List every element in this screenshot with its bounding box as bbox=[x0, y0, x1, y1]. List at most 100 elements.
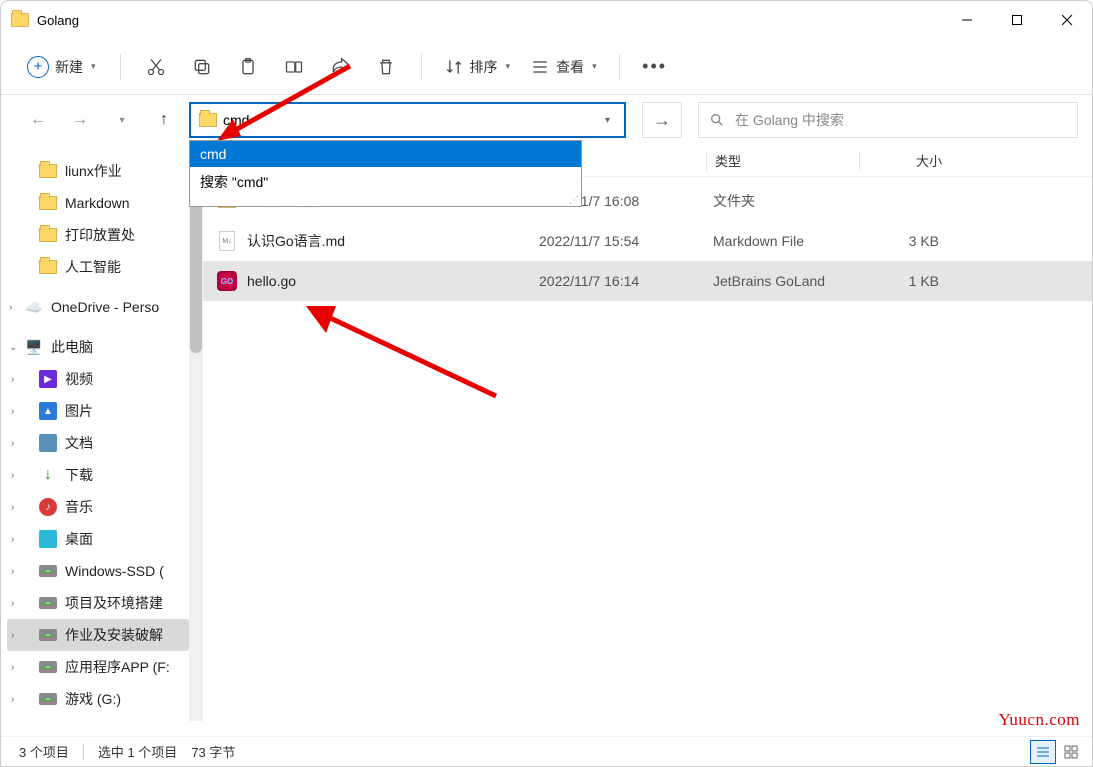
sidebar-item-drive[interactable]: ›Windows-SSD ( bbox=[7, 555, 189, 587]
close-button[interactable] bbox=[1042, 1, 1092, 39]
chevron-right-icon[interactable]: › bbox=[11, 662, 14, 673]
search-icon bbox=[709, 112, 725, 128]
pc-icon: 🖥️ bbox=[25, 338, 43, 356]
chevron-right-icon[interactable]: › bbox=[11, 374, 14, 385]
sidebar-item-downloads[interactable]: ›↓下载 bbox=[7, 459, 189, 491]
chevron-right-icon[interactable]: › bbox=[11, 438, 14, 449]
sidebar-item[interactable]: liunx作业 bbox=[7, 155, 189, 187]
content: liunx作业 Markdown 打印放置处 人工智能 ›☁️OneDrive … bbox=[1, 145, 1092, 721]
up-button[interactable]: ↑ bbox=[147, 103, 181, 137]
folder-icon bbox=[39, 228, 57, 242]
music-icon: ♪ bbox=[39, 498, 57, 516]
pictures-icon: ▲ bbox=[39, 402, 57, 420]
go-button[interactable]: → bbox=[642, 102, 682, 138]
separator bbox=[619, 54, 620, 80]
details-view-button[interactable] bbox=[1030, 740, 1056, 764]
sidebar-item-onedrive[interactable]: ›☁️OneDrive - Perso bbox=[7, 291, 189, 323]
sidebar-item-drive[interactable]: ›作业及安装破解 bbox=[7, 619, 189, 651]
chevron-right-icon[interactable]: › bbox=[11, 566, 14, 577]
status-bar: 3 个项目 选中 1 个项目 73 字节 bbox=[1, 736, 1092, 766]
new-label: 新建 bbox=[55, 57, 83, 77]
chevron-right-icon[interactable]: › bbox=[11, 502, 14, 513]
icons-view-button[interactable] bbox=[1058, 740, 1084, 764]
sort-button[interactable]: 排序 ▾ bbox=[436, 47, 519, 87]
go-file-icon: GO bbox=[217, 271, 237, 291]
forward-button[interactable]: → bbox=[63, 103, 97, 137]
address-value[interactable]: cmd bbox=[223, 112, 595, 128]
maximize-button[interactable] bbox=[992, 1, 1042, 39]
view-button[interactable]: 查看 ▾ bbox=[522, 47, 605, 87]
chevron-down-icon[interactable]: ⌄ bbox=[9, 342, 17, 353]
drive-icon bbox=[39, 690, 57, 708]
sidebar-item-pictures[interactable]: ›▲图片 bbox=[7, 395, 189, 427]
documents-icon bbox=[39, 434, 57, 452]
onedrive-icon: ☁️ bbox=[25, 298, 43, 316]
col-type[interactable]: 类型 bbox=[707, 151, 859, 170]
sidebar-item-videos[interactable]: ›▶视频 bbox=[7, 363, 189, 395]
search-placeholder: 在 Golang 中搜索 bbox=[735, 110, 844, 130]
scrollbar[interactable] bbox=[189, 145, 203, 721]
window-title: Golang bbox=[37, 13, 79, 28]
more-button[interactable]: ••• bbox=[634, 47, 676, 87]
search-input[interactable]: 在 Golang 中搜索 bbox=[698, 102, 1078, 138]
minimize-button[interactable] bbox=[942, 1, 992, 39]
sidebar-item-drive[interactable]: ›应用程序APP (F: bbox=[7, 651, 189, 683]
rename-button[interactable] bbox=[273, 47, 315, 87]
back-button[interactable]: ← bbox=[21, 103, 55, 137]
dropdown-option[interactable]: 搜索 "cmd" bbox=[190, 167, 581, 197]
table-row[interactable]: M↓认识Go语言.md 2022/11/7 15:54 Markdown Fil… bbox=[203, 221, 1092, 261]
recent-button[interactable]: ▾ bbox=[105, 103, 139, 137]
separator bbox=[421, 54, 422, 80]
sidebar-item[interactable]: 人工智能 bbox=[7, 251, 189, 283]
sidebar-item[interactable]: 打印放置处 bbox=[7, 219, 189, 251]
status-count: 3 个项目 bbox=[19, 742, 69, 761]
paste-button[interactable] bbox=[227, 47, 269, 87]
folder-icon bbox=[39, 196, 57, 210]
folder-icon bbox=[39, 260, 57, 274]
drive-icon bbox=[39, 594, 57, 612]
sidebar-item-documents[interactable]: ›文档 bbox=[7, 427, 189, 459]
downloads-icon: ↓ bbox=[39, 466, 57, 484]
chevron-down-icon: ▾ bbox=[91, 61, 96, 72]
resize-grip[interactable]: ⋰ bbox=[190, 197, 581, 206]
chevron-right-icon[interactable]: › bbox=[11, 406, 14, 417]
chevron-right-icon[interactable]: › bbox=[11, 470, 14, 481]
dropdown-option[interactable]: cmd bbox=[190, 141, 581, 167]
drive-icon bbox=[39, 626, 57, 644]
plus-icon: + bbox=[27, 56, 49, 78]
chevron-down-icon[interactable]: ▾ bbox=[595, 115, 620, 126]
folder-icon bbox=[11, 13, 29, 27]
toolbar: + 新建 ▾ 排序 ▾ 查看 ▾ ••• bbox=[1, 39, 1092, 95]
new-button[interactable]: + 新建 ▾ bbox=[17, 50, 106, 84]
sidebar: liunx作业 Markdown 打印放置处 人工智能 ›☁️OneDrive … bbox=[1, 145, 189, 721]
table-row[interactable]: GOhello.go 2022/11/7 16:14 JetBrains GoL… bbox=[203, 261, 1092, 301]
address-bar[interactable]: cmd ▾ cmd 搜索 "cmd" ⋰ bbox=[189, 102, 626, 138]
sidebar-item[interactable]: Markdown bbox=[7, 187, 189, 219]
view-buttons bbox=[1030, 740, 1084, 764]
share-button[interactable] bbox=[319, 47, 361, 87]
chevron-right-icon[interactable]: › bbox=[11, 598, 14, 609]
sidebar-item-thispc[interactable]: ⌄🖥️此电脑 bbox=[7, 331, 189, 363]
delete-button[interactable] bbox=[365, 47, 407, 87]
chevron-right-icon[interactable]: › bbox=[11, 694, 14, 705]
status-bytes: 73 字节 bbox=[191, 742, 235, 761]
folder-icon bbox=[199, 113, 217, 127]
chevron-right-icon[interactable]: › bbox=[9, 302, 12, 313]
video-icon: ▶ bbox=[39, 370, 57, 388]
chevron-down-icon: ▾ bbox=[506, 61, 511, 72]
col-size[interactable]: 大小 bbox=[860, 151, 950, 170]
titlebar: Golang bbox=[1, 1, 1092, 39]
copy-button[interactable] bbox=[181, 47, 223, 87]
chevron-right-icon[interactable]: › bbox=[11, 534, 14, 545]
desktop-icon bbox=[39, 530, 57, 548]
separator bbox=[120, 54, 121, 80]
sidebar-item-drive[interactable]: ›项目及环境搭建 bbox=[7, 587, 189, 619]
address-dropdown: cmd 搜索 "cmd" ⋰ bbox=[189, 140, 582, 207]
sidebar-item-drive[interactable]: ›游戏 (G:) bbox=[7, 683, 189, 715]
watermark: Yuucn.com bbox=[999, 710, 1080, 730]
chevron-right-icon[interactable]: › bbox=[11, 630, 14, 641]
sidebar-item-music[interactable]: ›♪音乐 bbox=[7, 491, 189, 523]
sidebar-item-desktop[interactable]: ›桌面 bbox=[7, 523, 189, 555]
cut-button[interactable] bbox=[135, 47, 177, 87]
folder-icon bbox=[39, 164, 57, 178]
